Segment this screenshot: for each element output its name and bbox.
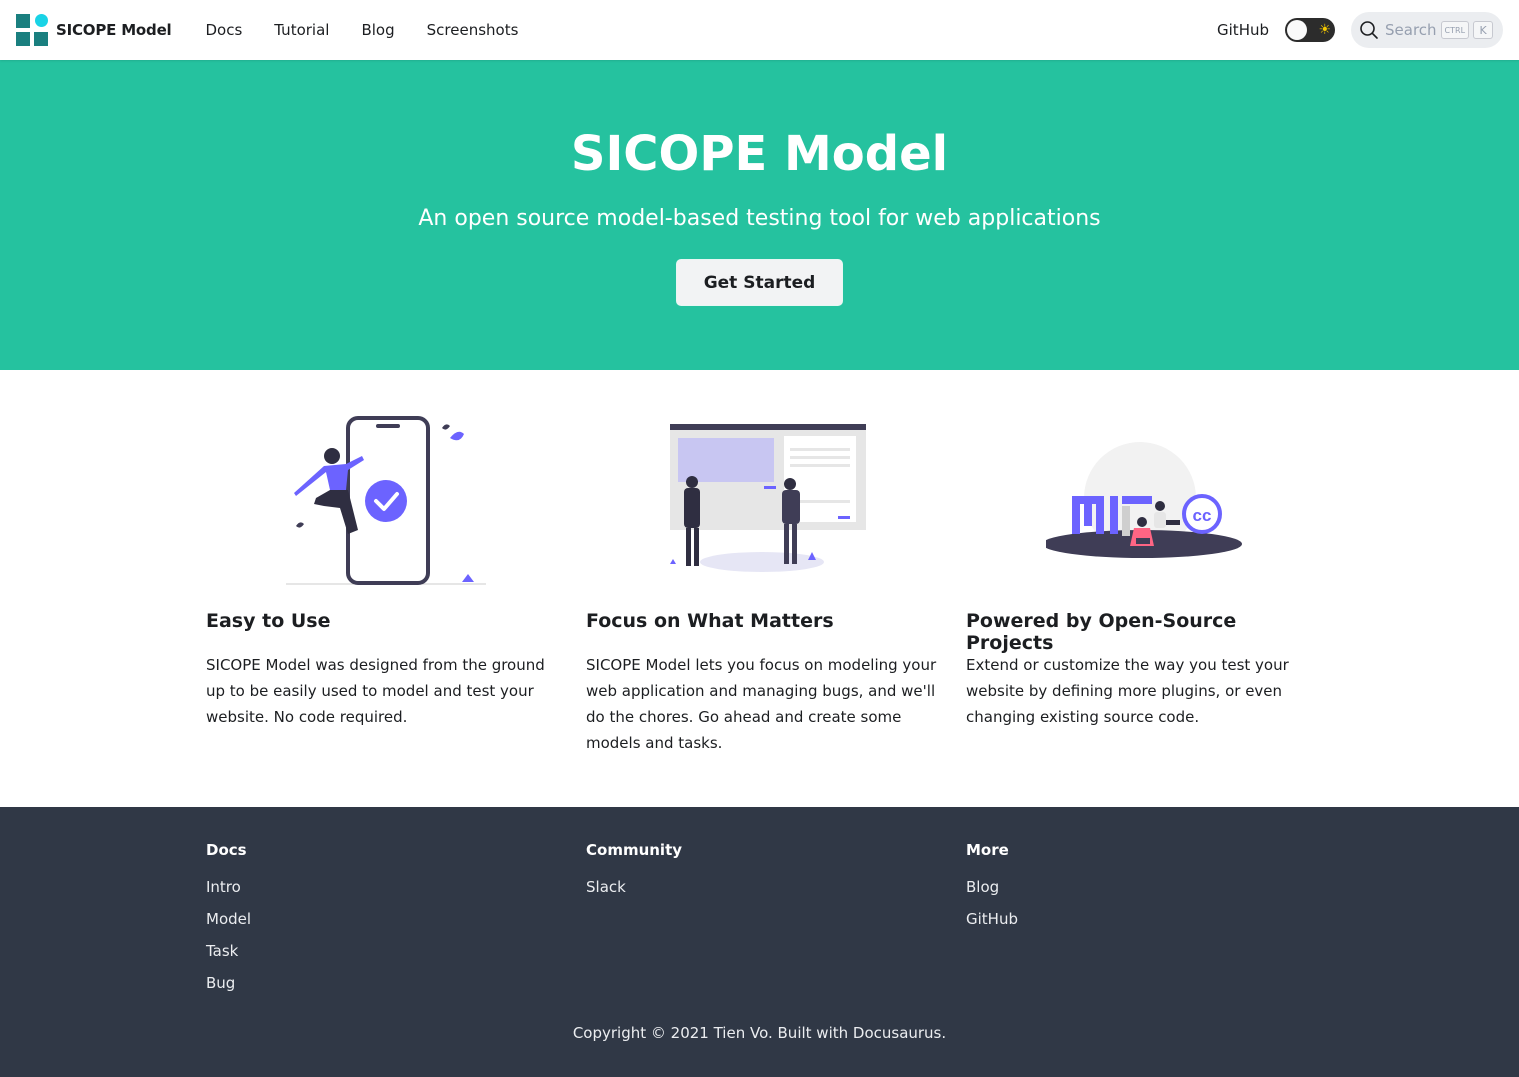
hero-title: SICOPE Model xyxy=(570,126,949,182)
search-button[interactable]: Search CTRL K xyxy=(1351,12,1503,48)
theme-toggle[interactable]: ☀ xyxy=(1285,18,1335,42)
copyright-text: Copyright © 2021 Tien Vo. Built with Doc… xyxy=(572,1024,947,1042)
navbar-right: GitHub ☀ Search CTRL K xyxy=(1217,12,1503,48)
footer-link-blog[interactable]: Blog xyxy=(966,877,1018,897)
feature-title: Focus on What Matters xyxy=(586,610,834,632)
footer-link-bug[interactable]: Bug xyxy=(206,973,251,993)
hero-banner: SICOPE Model An open source model-based … xyxy=(0,60,1519,370)
footer-link-model[interactable]: Model xyxy=(206,909,251,929)
nav-link-screenshots[interactable]: Screenshots xyxy=(411,21,535,39)
logo-icon xyxy=(16,14,48,46)
feature-powered-by-open-source: cc Powered by Open-Source Projects Exten… xyxy=(966,410,1326,726)
nav-link-blog[interactable]: Blog xyxy=(345,21,410,39)
site-footer: Docs Intro Model Task Bug Community Slac… xyxy=(0,807,1519,1077)
kbd-k: K xyxy=(1473,21,1494,39)
footer-link-intro[interactable]: Intro xyxy=(206,877,251,897)
feature-description: SICOPE Model was designed from the groun… xyxy=(206,656,545,726)
footer-link-task[interactable]: Task xyxy=(206,941,251,961)
footer-column-title: Docs xyxy=(206,841,247,859)
footer-column-title: More xyxy=(966,841,1009,859)
feature-focus-on-what-matters: Focus on What Matters SICOPE Model lets … xyxy=(586,410,946,752)
svg-text:cc: cc xyxy=(1193,506,1212,525)
get-started-button[interactable]: Get Started xyxy=(676,259,843,306)
nav-link-github[interactable]: GitHub xyxy=(1217,21,1269,39)
nav-link-tutorial[interactable]: Tutorial xyxy=(258,21,345,39)
sun-icon: ☀ xyxy=(1318,22,1331,38)
footer-link-github[interactable]: GitHub xyxy=(966,909,1018,929)
hero-subtitle: An open source model-based testing tool … xyxy=(418,206,1101,231)
feature-description: SICOPE Model lets you focus on modeling … xyxy=(586,656,937,752)
toggle-knob xyxy=(1287,20,1307,40)
phone-illustration-icon xyxy=(286,416,486,585)
feature-title: Easy to Use xyxy=(206,610,331,632)
footer-column-more: More Blog GitHub xyxy=(966,841,1018,941)
footer-column-community: Community Slack xyxy=(586,841,682,909)
search-placeholder: Search xyxy=(1385,21,1437,39)
presentation-illustration-icon xyxy=(670,424,866,572)
feature-description: Extend or customize the way you test you… xyxy=(966,656,1289,726)
footer-column-docs: Docs Intro Model Task Bug xyxy=(206,841,251,1005)
brand-title: SICOPE Model xyxy=(56,21,172,39)
feature-title: Powered by Open-Source Projects xyxy=(966,610,1237,654)
search-icon xyxy=(1360,21,1378,39)
brand-link[interactable]: SICOPE Model xyxy=(16,14,172,46)
feature-easy-to-use: Easy to Use SICOPE Model was designed fr… xyxy=(206,410,566,726)
nav-link-docs[interactable]: Docs xyxy=(190,21,259,39)
open-source-illustration-icon: cc xyxy=(1046,442,1242,558)
kbd-ctrl: CTRL xyxy=(1440,21,1470,39)
top-navbar: SICOPE Model Docs Tutorial Blog Screensh… xyxy=(0,0,1519,60)
footer-link-slack[interactable]: Slack xyxy=(586,877,682,897)
footer-column-title: Community xyxy=(586,841,683,859)
